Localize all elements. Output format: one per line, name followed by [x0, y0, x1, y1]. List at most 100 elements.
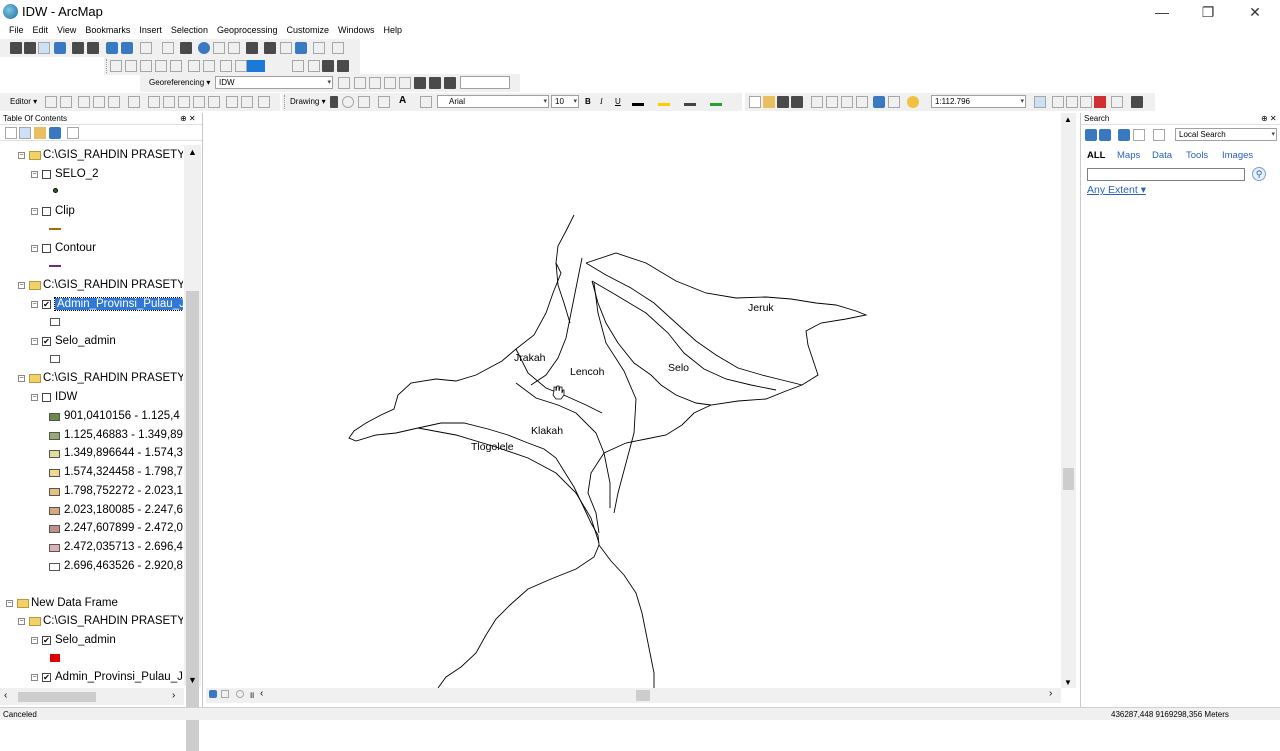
collapse-toggle-icon[interactable]: −	[31, 338, 38, 345]
drawing-menu[interactable]: Drawing ▾	[290, 97, 326, 106]
menu-geoprocessing[interactable]: Geoprocessing	[213, 24, 282, 35]
menu-bookmarks[interactable]: Bookmarks	[81, 24, 134, 35]
collapse-toggle-icon[interactable]: −	[18, 152, 25, 159]
data-driven-pages-icon[interactable]	[337, 60, 349, 72]
cut-icon[interactable]	[811, 96, 823, 108]
layer-visibility-checkbox[interactable]	[42, 393, 51, 402]
new-document-icon[interactable]	[749, 96, 761, 108]
toggle-draft-icon[interactable]	[292, 60, 304, 72]
layout-forward-icon[interactable]	[235, 60, 247, 72]
collapse-toggle-icon[interactable]: −	[31, 301, 38, 308]
data-view-icon[interactable]	[209, 690, 217, 698]
georeferencing-menu[interactable]: Georeferencing ▾	[149, 78, 210, 87]
layout-back-icon[interactable]	[220, 60, 232, 72]
map-scroll-up-icon[interactable]: ▲	[1064, 115, 1072, 124]
cut-polygons-icon[interactable]	[178, 96, 190, 108]
collapse-toggle-icon[interactable]: −	[6, 600, 13, 607]
collapse-toggle-icon[interactable]: −	[31, 674, 38, 681]
search-input[interactable]	[1087, 168, 1245, 181]
map-horizontal-scroll-thumb[interactable]	[636, 690, 650, 701]
search-home-icon[interactable]	[1118, 129, 1130, 141]
link-table-icon[interactable]	[414, 77, 426, 89]
toc-horizontal-scroll-thumb[interactable]	[18, 692, 96, 702]
toc-group-layer[interactable]: − C:\GIS_RAHDIN PRASETYO	[0, 613, 183, 631]
sketch-properties-icon[interactable]	[241, 96, 253, 108]
scroll-down-icon[interactable]: ▼	[188, 675, 197, 685]
layout-zoom-out-icon[interactable]	[125, 60, 137, 72]
close-button[interactable]: ✕	[1232, 0, 1278, 24]
collapse-toggle-icon[interactable]: −	[18, 282, 25, 289]
end-point-arc-icon[interactable]	[93, 96, 105, 108]
menu-selection[interactable]: Selection	[167, 24, 212, 35]
map-scroll-right-icon[interactable]: ›	[1049, 688, 1052, 699]
search-tab-data[interactable]: Data	[1152, 150, 1172, 161]
zoom-whole-page-icon[interactable]	[155, 60, 167, 72]
select-elements-icon[interactable]	[180, 42, 192, 54]
layer-visibility-checkbox[interactable]	[42, 170, 51, 179]
fixed-zoom-in-icon[interactable]	[72, 42, 84, 54]
zoom-percent-box[interactable]	[247, 60, 265, 72]
maximize-button[interactable]: ❐	[1185, 0, 1231, 24]
shift-icon[interactable]	[354, 77, 366, 89]
layout-zoom-in-icon[interactable]	[110, 60, 122, 72]
new-text-tool[interactable]: A	[399, 95, 406, 106]
toc-layer[interactable]: − ✔ Selo_admin	[0, 632, 183, 650]
open-icon[interactable]	[763, 96, 775, 108]
find-route-icon[interactable]	[280, 42, 292, 54]
toc-group-layer[interactable]: − C:\GIS_RAHDIN PRASETYO	[0, 370, 183, 388]
table-of-contents-icon[interactable]	[1052, 96, 1064, 108]
catalog-window-icon[interactable]	[1066, 96, 1078, 108]
font-size-select[interactable]: 10 ▾	[551, 95, 579, 108]
toc-layer[interactable]: − Contour	[0, 240, 183, 258]
map-canvas[interactable]: Jeruk Jrakah Lencoh Selo Klakah Tlogolel…	[206, 113, 1061, 689]
georef-layer-select[interactable]: IDW ▾	[215, 76, 333, 89]
toc-options-icon[interactable]	[67, 127, 79, 139]
pause-drawing-icon[interactable]: ॥	[249, 688, 254, 701]
pan-icon[interactable]	[38, 42, 50, 54]
zoom-to-selected-icon[interactable]	[358, 96, 370, 108]
list-by-selection-icon[interactable]	[49, 127, 61, 139]
model-builder-icon[interactable]	[1131, 96, 1143, 108]
full-extent-icon[interactable]	[54, 42, 66, 54]
html-popup-icon[interactable]	[228, 42, 240, 54]
bold-button[interactable]: B	[585, 97, 591, 106]
menu-file[interactable]: File	[5, 24, 28, 35]
viewer-icon[interactable]	[429, 77, 441, 89]
list-by-source-icon[interactable]	[19, 127, 31, 139]
split-icon[interactable]	[193, 96, 205, 108]
line-color-icon[interactable]	[684, 103, 696, 106]
undo-icon[interactable]	[873, 96, 885, 108]
create-features-icon[interactable]	[258, 96, 270, 108]
point-icon[interactable]	[128, 96, 140, 108]
search-forward-icon[interactable]	[1099, 129, 1111, 141]
underline-button[interactable]: U	[615, 97, 621, 106]
map-horizontal-scrollbar[interactable]	[206, 688, 1061, 703]
edit-text-icon[interactable]	[420, 96, 432, 108]
toc-group-layer[interactable]: − C:\GIS_RAHDIN PRASETYO	[0, 147, 183, 165]
focus-data-frame-icon[interactable]	[308, 60, 320, 72]
scroll-left-icon[interactable]: ‹	[4, 690, 7, 701]
layer-visibility-checkbox[interactable]: ✔	[42, 673, 51, 682]
back-extent-icon[interactable]	[106, 42, 118, 54]
menu-insert[interactable]: Insert	[135, 24, 166, 35]
zoom-100-icon[interactable]	[170, 60, 182, 72]
go-to-xy-icon[interactable]	[295, 42, 307, 54]
magnifier-icon[interactable]	[444, 77, 456, 89]
zoom-in-icon[interactable]	[10, 42, 22, 54]
python-window-icon[interactable]	[1111, 96, 1123, 108]
map-display[interactable]: Jeruk Jrakah Lencoh Selo Klakah Tlogolel…	[206, 113, 1061, 689]
paste-icon[interactable]	[841, 96, 853, 108]
edit-annotation-icon[interactable]	[60, 96, 72, 108]
delete-icon[interactable]	[856, 96, 868, 108]
layout-pan-icon[interactable]	[140, 60, 152, 72]
fixed-zoom-out-icon[interactable]	[87, 42, 99, 54]
print-icon[interactable]	[791, 96, 803, 108]
list-by-drawing-order-icon[interactable]	[5, 127, 17, 139]
menu-view[interactable]: View	[53, 24, 80, 35]
menu-help[interactable]: Help	[380, 24, 407, 35]
search-refresh-icon[interactable]	[1133, 129, 1145, 141]
toc-layer[interactable]: − IDW	[0, 389, 183, 407]
collapse-toggle-icon[interactable]: −	[31, 208, 38, 215]
search-scope-select[interactable]: Local Search ▾	[1175, 128, 1277, 141]
menu-customize[interactable]: Customize	[283, 24, 334, 35]
